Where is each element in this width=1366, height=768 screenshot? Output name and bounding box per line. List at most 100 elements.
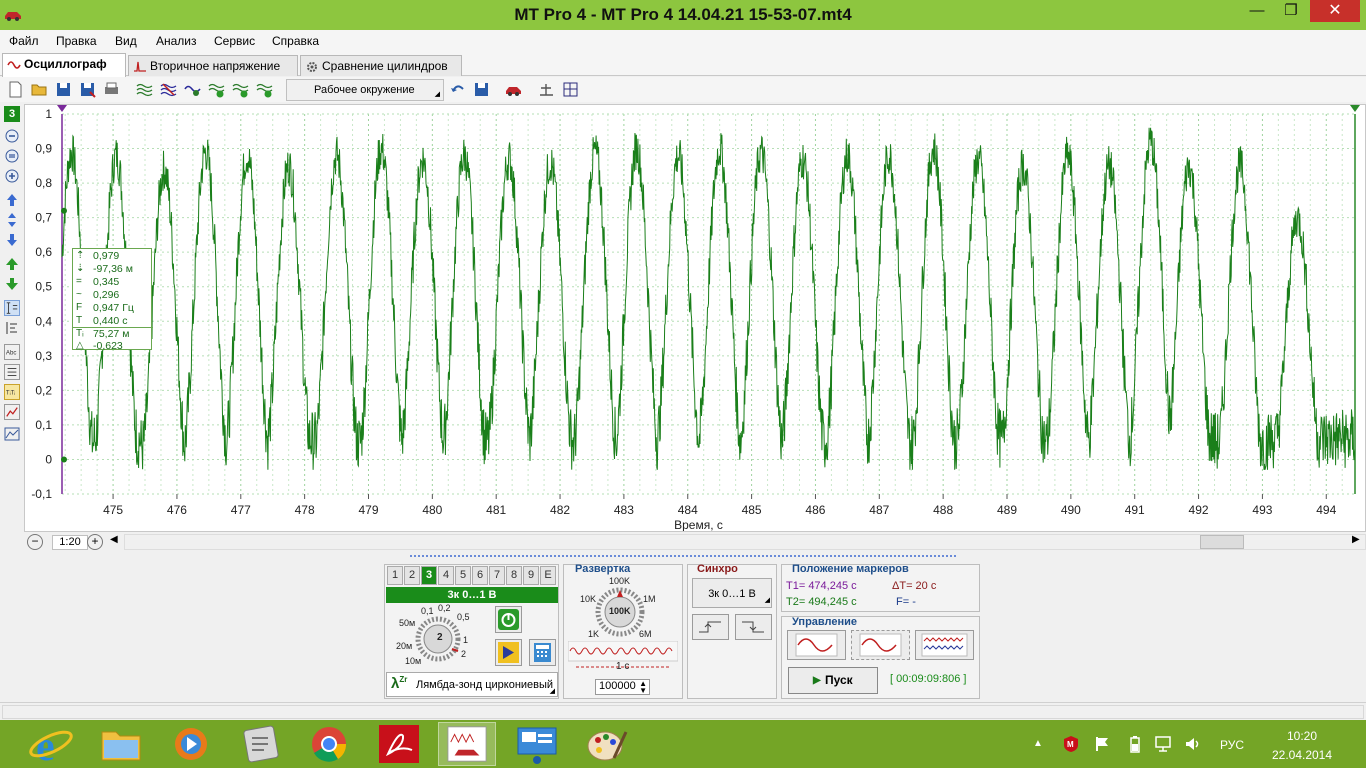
text-label-icon[interactable]: Abc [4, 344, 20, 360]
scroll-right-icon[interactable]: ▶ [1352, 534, 1360, 545]
tab-cylinder-comparison[interactable]: Сравнение цилиндров [300, 55, 462, 76]
arrow-up-green-icon[interactable] [4, 256, 20, 272]
menu-help[interactable]: Справка [272, 34, 319, 48]
channel-button-5[interactable]: 5 [455, 566, 471, 585]
mcafee-icon[interactable]: M [1062, 735, 1080, 753]
acrobat-reader-icon[interactable] [370, 722, 428, 766]
waves-3-icon[interactable] [184, 81, 201, 98]
play-icon: ▶ [813, 675, 821, 686]
markers-toggle-icon[interactable]: TᵢTᵢ [4, 384, 20, 400]
tab-oscilloscope-label: Осциллограф [24, 57, 107, 71]
scale-fit-icon[interactable] [4, 320, 20, 336]
channel-button-8[interactable]: 8 [506, 566, 522, 585]
tray-show-hidden-icon[interactable]: ▲ [1033, 738, 1043, 749]
paint-icon[interactable] [578, 722, 636, 766]
channel-button-e[interactable]: E [540, 566, 556, 585]
network-icon[interactable] [1154, 735, 1172, 753]
tab-oscilloscope[interactable]: Осциллограф [2, 53, 126, 77]
channel-button-6[interactable]: 6 [472, 566, 488, 585]
car-icon[interactable] [505, 81, 522, 98]
open-folder-icon[interactable] [31, 81, 48, 98]
zoom-in-icon[interactable] [4, 168, 20, 184]
save-icon[interactable] [55, 81, 72, 98]
waves-2-icon[interactable] [160, 81, 177, 98]
sync-rising-edge-button[interactable] [692, 614, 729, 640]
menu-view[interactable]: Вид [115, 34, 137, 48]
control-tool-icon[interactable] [232, 722, 290, 766]
shift-up-icon[interactable] [4, 192, 20, 208]
save-env-icon[interactable] [473, 81, 490, 98]
zoom-out-icon[interactable] [4, 128, 20, 144]
waves-check-1-icon[interactable] [208, 81, 225, 98]
arrow-down-green-icon[interactable] [4, 276, 20, 292]
menu-edit[interactable]: Правка [56, 34, 97, 48]
channel-button-1[interactable]: 1 [387, 566, 403, 585]
list-settings-icon[interactable] [4, 364, 20, 380]
oscilloscope-plot[interactable]: 1 0,9 0,8 0,7 0,6 0,5 0,4 0,3 0,2 0,1 0 -0,1 475 476 4… [24, 104, 1366, 532]
mode-single-button[interactable] [787, 630, 846, 660]
sensor-select[interactable]: λZr Лямбда-зонд циркониевый ◢ [386, 672, 558, 697]
shift-down-icon[interactable] [4, 232, 20, 248]
chrome-icon[interactable] [300, 722, 358, 766]
zoom-reset-icon[interactable] [4, 148, 20, 164]
close-button[interactable]: ✕ [1310, 0, 1360, 22]
x-tick-label: 485 [742, 503, 762, 517]
remote-desktop-icon[interactable] [508, 722, 566, 766]
calculator-button[interactable] [529, 639, 556, 666]
channel-indicator[interactable]: 3 [4, 106, 20, 122]
waves-check-2-icon[interactable] [232, 81, 249, 98]
channel-range-label[interactable]: 3к 0…1 В [386, 587, 558, 603]
sync-source-button[interactable]: 3к 0…1 В ◢ [692, 578, 772, 608]
cursor-grid-icon[interactable] [562, 81, 579, 98]
mode-recorder-button[interactable] [915, 630, 974, 660]
maximize-button[interactable]: ❐ [1276, 0, 1306, 22]
horizontal-scrollbar[interactable] [124, 534, 1366, 550]
new-file-icon[interactable] [7, 81, 24, 98]
channel-button-2[interactable]: 2 [404, 566, 420, 585]
channel-button-3[interactable]: 3 [421, 566, 437, 585]
menu-service[interactable]: Сервис [214, 34, 255, 48]
undo-icon[interactable] [449, 81, 466, 98]
oscilloscope-chart[interactable]: 1 0,9 0,8 0,7 0,6 0,5 0,4 0,3 0,2 0,1 0 -0,1 475 476 4… [25, 105, 1365, 531]
shift-center-icon[interactable] [4, 212, 20, 228]
menu-analysis[interactable]: Анализ [156, 34, 197, 48]
probe-button[interactable] [495, 639, 522, 666]
menu-file[interactable]: Файл [9, 34, 39, 48]
markers-title: Положение маркеров [792, 563, 909, 575]
sweep-title: Развертка [575, 563, 631, 575]
panel-splitter[interactable] [410, 555, 956, 560]
scroll-thumb[interactable] [1200, 535, 1244, 549]
measurement-row: ⇡ 0,979 [73, 250, 153, 263]
start-button[interactable]: ▶ Пуск [788, 667, 878, 694]
environment-dropdown[interactable]: Рабочее окружение ◢ [286, 79, 444, 101]
tab-secondary-voltage[interactable]: Вторичное напряжение [128, 55, 298, 76]
mode-continuous-button[interactable] [851, 630, 910, 660]
scale-icon[interactable] [538, 81, 555, 98]
channel-button-7[interactable]: 7 [489, 566, 505, 585]
minimize-button[interactable]: — [1242, 0, 1272, 22]
language-indicator[interactable]: РУС [1220, 738, 1244, 752]
scroll-left-icon[interactable]: ◀ [110, 534, 118, 545]
chart-view-icon[interactable] [4, 404, 20, 420]
battery-icon[interactable] [1128, 735, 1142, 753]
flag-icon[interactable] [1094, 735, 1112, 753]
sync-falling-edge-button[interactable] [735, 614, 772, 640]
zoom-out-time-button[interactable]: − [27, 534, 43, 550]
clock[interactable]: 10:20 22.04.2014 [1262, 727, 1342, 765]
channel-button-4[interactable]: 4 [438, 566, 454, 585]
zoom-in-time-button[interactable]: + [87, 534, 103, 550]
print-icon[interactable] [103, 81, 120, 98]
chart-view-2-icon[interactable] [4, 426, 20, 442]
power-button[interactable] [495, 606, 522, 633]
mt-pro-icon[interactable] [438, 722, 496, 766]
volume-icon[interactable] [1184, 735, 1202, 753]
internet-explorer-icon[interactable]: e [22, 722, 80, 766]
channel-button-9[interactable]: 9 [523, 566, 539, 585]
save-as-icon[interactable] [79, 81, 96, 98]
media-player-icon[interactable] [162, 722, 220, 766]
cursor-measure-icon[interactable] [4, 300, 20, 316]
waves-1-icon[interactable] [136, 81, 153, 98]
file-explorer-icon[interactable] [92, 722, 150, 766]
samples-spinner[interactable]: 100000 ▲ ▼ [595, 679, 650, 695]
waves-check-3-icon[interactable] [256, 81, 273, 98]
